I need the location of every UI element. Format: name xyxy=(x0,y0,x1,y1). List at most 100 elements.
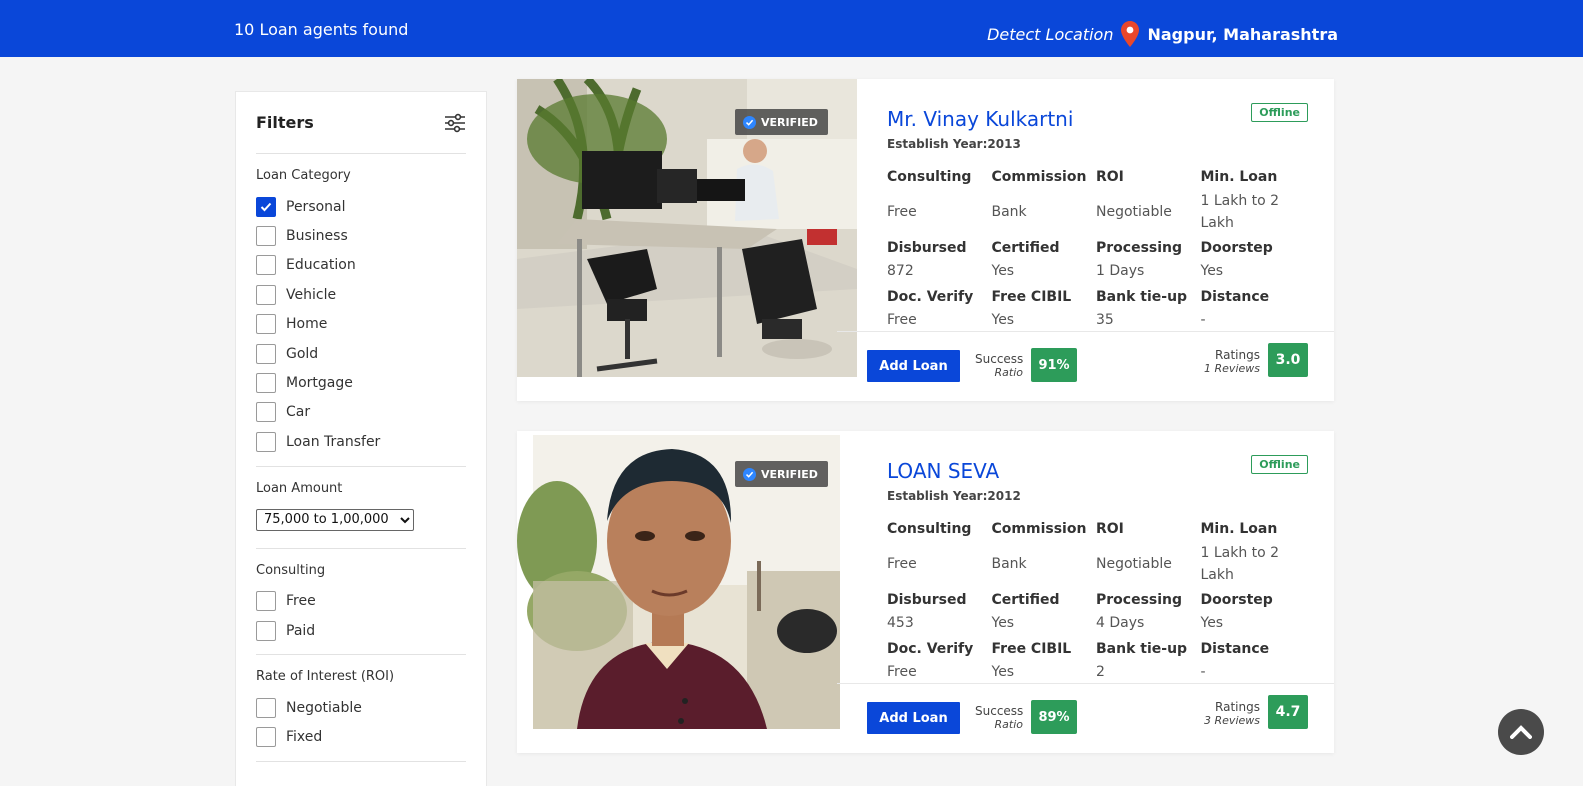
loan-category-option[interactable]: Gold xyxy=(256,339,466,368)
add-loan-button[interactable]: Add Loan xyxy=(867,702,960,734)
map-pin-icon xyxy=(1121,21,1140,47)
detail-label: Consulting xyxy=(887,521,972,537)
filters-title: Filters xyxy=(256,113,314,132)
establish-year: Establish Year:2013 xyxy=(887,137,1021,151)
establish-year: Establish Year:2012 xyxy=(887,489,1021,503)
loan-category-option[interactable]: Education xyxy=(256,251,466,280)
detail-label: ROI xyxy=(1096,169,1124,185)
detail-doc-verify: Doc. Verify Free xyxy=(887,287,992,336)
checkbox[interactable] xyxy=(256,591,276,612)
checkbox[interactable] xyxy=(256,402,276,423)
loan-category-option[interactable]: Car xyxy=(256,398,466,427)
detail-label: Disbursed xyxy=(887,240,967,256)
loan-category-option[interactable]: Mortgage xyxy=(256,368,466,397)
detail-label: ROI xyxy=(1096,521,1124,537)
checkbox[interactable] xyxy=(256,226,276,247)
ratio-label: Ratio xyxy=(994,366,1023,379)
detail-free-cibil: Free CIBIL Yes xyxy=(992,639,1097,688)
agent-photo[interactable]: VERIFIED xyxy=(517,431,857,729)
loan-category-option[interactable]: Business xyxy=(256,221,466,250)
loan-category-option[interactable]: Vehicle xyxy=(256,280,466,309)
option-label: Fixed xyxy=(286,729,323,746)
option-label: Paid xyxy=(286,622,316,639)
detect-location-link[interactable]: Detect Location xyxy=(987,25,1113,44)
detail-free-cibil: Free CIBIL Yes xyxy=(992,287,1097,336)
checkbox[interactable] xyxy=(256,697,276,718)
agent-card: VERIFIED LOAN SEVA Establish Year:2012 Off… xyxy=(517,431,1334,753)
ratings-label: Ratings 3 Reviews xyxy=(1204,700,1260,728)
chevron-up-icon xyxy=(1510,725,1532,739)
sliders-icon[interactable] xyxy=(444,113,466,133)
detail-label: Consulting xyxy=(887,169,972,185)
detail-certified: Certified Yes xyxy=(992,238,1097,287)
detail-roi: ROI Negotiable xyxy=(1096,167,1201,238)
option-label: Vehicle xyxy=(286,286,337,303)
detail-label: Distance xyxy=(1200,641,1270,657)
detail-value: 453 xyxy=(887,615,914,631)
detail-value: Yes xyxy=(1200,263,1224,279)
detail-disbursed: Disbursed 453 xyxy=(887,590,992,639)
option-label: Loan Transfer xyxy=(286,433,381,450)
checkbox[interactable] xyxy=(256,255,276,276)
detail-processing: Processing 1 Days xyxy=(1096,238,1201,287)
success-ratio-badge: 91% xyxy=(1031,348,1077,382)
verified-badge: VERIFIED xyxy=(735,461,828,487)
add-loan-button[interactable]: Add Loan xyxy=(867,350,960,382)
ratings-label: Ratings 1 Reviews xyxy=(1204,349,1260,376)
detail-label: Min. Loan xyxy=(1200,521,1278,537)
details-row: Doc. Verify Free Free CIBIL Yes Bank tie-up 3… xyxy=(887,287,1307,336)
detail-min-loan: Min. Loan 1 Lakh to 2 Lakh xyxy=(1201,519,1306,590)
detail-value: 4 Days xyxy=(1096,615,1145,631)
roi-option[interactable]: Negotiable xyxy=(256,693,466,722)
check-circle-icon xyxy=(743,467,756,481)
checkbox[interactable] xyxy=(256,314,276,335)
checkbox[interactable] xyxy=(256,343,276,364)
option-label: Car xyxy=(286,404,311,421)
success-ratio-label: Success Ratio xyxy=(975,704,1024,732)
scroll-to-top-button[interactable] xyxy=(1498,709,1544,755)
loan-category-filter: Loan Category Personal Business Education V… xyxy=(256,154,466,467)
current-city[interactable]: Nagpur, Maharashtra xyxy=(1147,25,1338,44)
agent-card: VERIFIED Mr. Vinay Kulkartni Establish Ye… xyxy=(517,79,1334,401)
consulting-option[interactable]: Paid xyxy=(256,616,466,645)
filters-panel: Filters Loan Category Personal Business Ed… xyxy=(235,91,487,786)
detail-doc-verify: Doc. Verify Free xyxy=(887,639,992,688)
agent-name[interactable]: LOAN SEVA xyxy=(887,459,999,483)
detail-bank-tieup: Bank tie-up 2 xyxy=(1096,639,1201,688)
checkbox[interactable] xyxy=(256,727,276,748)
detail-label: Processing xyxy=(1096,240,1183,256)
loan-category-title: Loan Category xyxy=(256,168,351,183)
loan-amount-title: Loan Amount xyxy=(256,480,343,496)
reviews-link[interactable]: 1 Reviews xyxy=(1204,362,1260,375)
roi-option[interactable]: Fixed xyxy=(256,723,466,752)
ratings-title: Ratings xyxy=(1215,700,1260,714)
checkmark-icon xyxy=(260,202,272,212)
detail-disbursed: Disbursed 872 xyxy=(887,238,992,287)
checkbox[interactable] xyxy=(256,196,276,217)
agent-photo[interactable]: VERIFIED xyxy=(517,79,857,377)
verified-label: VERIFIED xyxy=(761,467,818,481)
detail-label: Processing xyxy=(1096,592,1183,608)
detail-label: Commission xyxy=(991,169,1087,185)
loan-category-option[interactable]: Loan Transfer xyxy=(256,427,466,456)
check-circle-icon xyxy=(743,115,756,129)
checkbox[interactable] xyxy=(256,431,276,452)
detail-label: Bank tie-up xyxy=(1096,641,1188,657)
loan-amount-select[interactable]: 75,000 to 1,00,000 xyxy=(256,508,414,531)
consulting-option[interactable]: Free xyxy=(256,587,466,616)
detail-value: Bank xyxy=(991,204,1027,220)
checkbox[interactable] xyxy=(256,620,276,641)
detail-roi: ROI Negotiable xyxy=(1096,519,1201,590)
checkbox[interactable] xyxy=(256,373,276,394)
loan-category-option[interactable]: Personal xyxy=(256,192,466,221)
loan-category-option[interactable]: Home xyxy=(256,310,466,339)
detail-consulting: Consulting Free xyxy=(887,167,992,238)
checkbox[interactable] xyxy=(256,284,276,305)
agent-details-grid: Consulting Free Commission Bank ROI Negotiabl… xyxy=(887,519,1307,688)
details-row: Consulting Free Commission Bank ROI Negotiabl… xyxy=(887,167,1307,238)
reviews-link[interactable]: 3 Reviews xyxy=(1204,714,1260,727)
option-label: Negotiable xyxy=(286,699,362,716)
success-label: Success xyxy=(975,704,1024,718)
detail-value: 1 Days xyxy=(1096,263,1145,279)
agent-name[interactable]: Mr. Vinay Kulkartni xyxy=(887,107,1073,131)
